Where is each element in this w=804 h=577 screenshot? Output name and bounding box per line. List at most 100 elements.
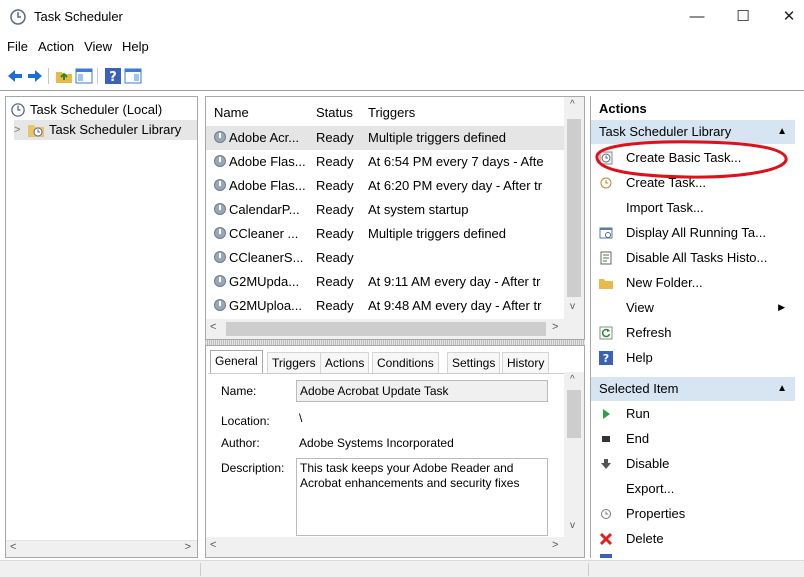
description-field[interactable]: This task keeps your Adobe Reader and Ac… — [296, 458, 548, 536]
section-selected-item[interactable]: Selected Item ▲ — [591, 377, 795, 401]
action-delete[interactable]: Delete — [591, 526, 795, 551]
task-name: CCleaner ... — [229, 226, 299, 241]
scroll-left-arrow-icon[interactable]: < — [10, 541, 16, 553]
tab-conditions[interactable]: Conditions — [372, 352, 439, 373]
details-vertical-scrollbar[interactable]: ^ v — [564, 372, 584, 539]
table-row[interactable]: Adobe Flas... Ready At 6:20 PM every day… — [206, 174, 564, 198]
task-list-vertical-scrollbar[interactable]: ^ v — [564, 97, 584, 319]
scroll-right-arrow-icon[interactable]: > — [552, 321, 558, 333]
table-row[interactable]: G2MUploa... Ready At 9:48 AM every day -… — [206, 294, 564, 318]
help-icon[interactable]: ? — [104, 67, 122, 85]
forward-arrow-icon[interactable] — [26, 67, 44, 85]
library-folder-icon — [28, 125, 44, 137]
task-triggers: At 9:11 AM every day - After tr — [368, 274, 541, 289]
action-display-running-tasks[interactable]: Display All Running Ta... — [591, 220, 795, 245]
action-properties[interactable]: Properties — [591, 501, 795, 526]
action-create-task[interactable]: Create Task... — [591, 170, 795, 195]
action-label: View — [626, 300, 654, 315]
menu-action[interactable]: Action — [33, 36, 79, 58]
column-header-name[interactable]: Name — [214, 105, 249, 120]
show-hide-console-tree-icon[interactable] — [75, 67, 93, 85]
task-status: Ready — [316, 178, 354, 193]
location-value: \ — [299, 411, 303, 425]
scroll-up-arrow-icon[interactable]: ^ — [570, 99, 575, 110]
task-status: Ready — [316, 226, 354, 241]
action-label: Properties — [626, 506, 686, 521]
action-disable[interactable]: Disable — [591, 451, 795, 476]
table-row[interactable]: Adobe Flas... Ready At 6:54 PM every 7 d… — [206, 150, 564, 174]
action-label: New Folder... — [626, 275, 703, 290]
task-list-horizontal-scrollbar[interactable]: < > — [206, 319, 584, 339]
action-new-folder[interactable]: New Folder... — [591, 270, 795, 295]
action-refresh[interactable]: Refresh — [591, 320, 795, 345]
console-tree: Task Scheduler (Local) > Task Scheduler … — [5, 96, 198, 558]
menu-file[interactable]: File — [2, 36, 33, 58]
collapse-arrow-icon[interactable]: ▲ — [777, 377, 787, 401]
scroll-thumb[interactable] — [567, 119, 581, 297]
section-task-scheduler-library[interactable]: Task Scheduler Library ▲ — [591, 120, 795, 144]
scroll-thumb[interactable] — [567, 390, 581, 438]
scroll-up-arrow-icon[interactable]: ^ — [570, 374, 575, 385]
table-row[interactable]: Adobe Acr... Ready Multiple triggers def… — [206, 126, 564, 150]
action-create-basic-task[interactable]: Create Basic Task... — [591, 145, 795, 170]
action-help[interactable]: ? Help — [591, 345, 795, 370]
task-status: Ready — [316, 154, 354, 169]
scroll-right-arrow-icon[interactable]: > — [552, 539, 558, 551]
scroll-left-arrow-icon[interactable]: < — [210, 539, 216, 551]
section-label: Task Scheduler Library — [599, 124, 732, 139]
svg-text:?: ? — [109, 70, 117, 85]
tab-history[interactable]: History — [502, 352, 550, 373]
disable-icon — [601, 459, 611, 469]
action-import-task[interactable]: Import Task... — [591, 195, 795, 220]
menu-help[interactable]: Help — [117, 36, 154, 58]
task-name-field[interactable]: Adobe Acrobat Update Task — [296, 380, 548, 402]
task-clock-icon — [214, 131, 226, 143]
menu-view[interactable]: View — [79, 36, 117, 58]
table-row[interactable]: CCleaner ... Ready Multiple triggers def… — [206, 222, 564, 246]
tab-settings[interactable]: Settings — [447, 352, 501, 373]
task-name: CCleanerS... — [229, 250, 304, 265]
collapse-arrow-icon[interactable]: ▲ — [777, 120, 787, 144]
maximize-button[interactable]: ☐ — [720, 0, 766, 34]
action-disable-all-tasks-history[interactable]: Disable All Tasks Histo... — [591, 245, 795, 270]
tree-item-library[interactable]: > Task Scheduler Library — [14, 120, 197, 140]
action-run[interactable]: Run — [591, 401, 795, 426]
action-view[interactable]: View ▶ — [591, 295, 795, 320]
action-label: Create Basic Task... — [626, 150, 742, 165]
scroll-left-arrow-icon[interactable]: < — [210, 321, 216, 333]
back-arrow-icon[interactable] — [6, 67, 24, 85]
actions-pane: Actions Task Scheduler Library ▲ Create … — [590, 96, 804, 558]
close-button[interactable]: ✕ — [766, 0, 804, 34]
column-header-triggers[interactable]: Triggers — [368, 105, 415, 120]
tab-actions[interactable]: Actions — [320, 352, 370, 373]
tab-triggers[interactable]: Triggers — [267, 352, 321, 373]
svg-text:?: ? — [603, 352, 609, 365]
table-row[interactable]: CCleanerS... Ready — [206, 246, 564, 270]
scroll-down-arrow-icon[interactable]: v — [570, 520, 575, 531]
table-row[interactable]: CalendarP... Ready At system startup — [206, 198, 564, 222]
show-hide-action-pane-icon[interactable] — [124, 67, 142, 85]
minimize-button[interactable]: — — [674, 0, 720, 34]
author-value: Adobe Systems Incorporated — [299, 436, 454, 450]
action-end[interactable]: End — [591, 426, 795, 451]
task-clock-icon — [214, 299, 226, 311]
scroll-right-arrow-icon[interactable]: > — [185, 541, 191, 553]
column-header-status[interactable]: Status — [316, 105, 353, 120]
table-row[interactable]: G2MUpda... Ready At 9:11 AM every day - … — [206, 270, 564, 294]
scroll-thumb[interactable] — [226, 322, 546, 336]
action-label: Display All Running Ta... — [626, 225, 766, 240]
folder-up-icon[interactable] — [55, 67, 73, 85]
tab-general[interactable]: General — [210, 350, 263, 373]
history-icon — [600, 251, 612, 265]
action-label: Delete — [626, 531, 664, 546]
task-status: Ready — [316, 202, 354, 217]
expand-chevron-icon[interactable]: > — [14, 120, 20, 140]
create-task-icon — [600, 177, 612, 189]
scroll-down-arrow-icon[interactable]: v — [570, 301, 575, 312]
action-label: End — [626, 431, 650, 446]
details-horizontal-scrollbar[interactable]: < > — [206, 537, 584, 557]
action-export[interactable]: Export... — [591, 476, 795, 501]
tree-horizontal-scrollbar[interactable]: < > — [6, 540, 197, 557]
action-label: Disable All Tasks Histo... — [626, 250, 768, 265]
task-clock-icon — [214, 227, 226, 239]
